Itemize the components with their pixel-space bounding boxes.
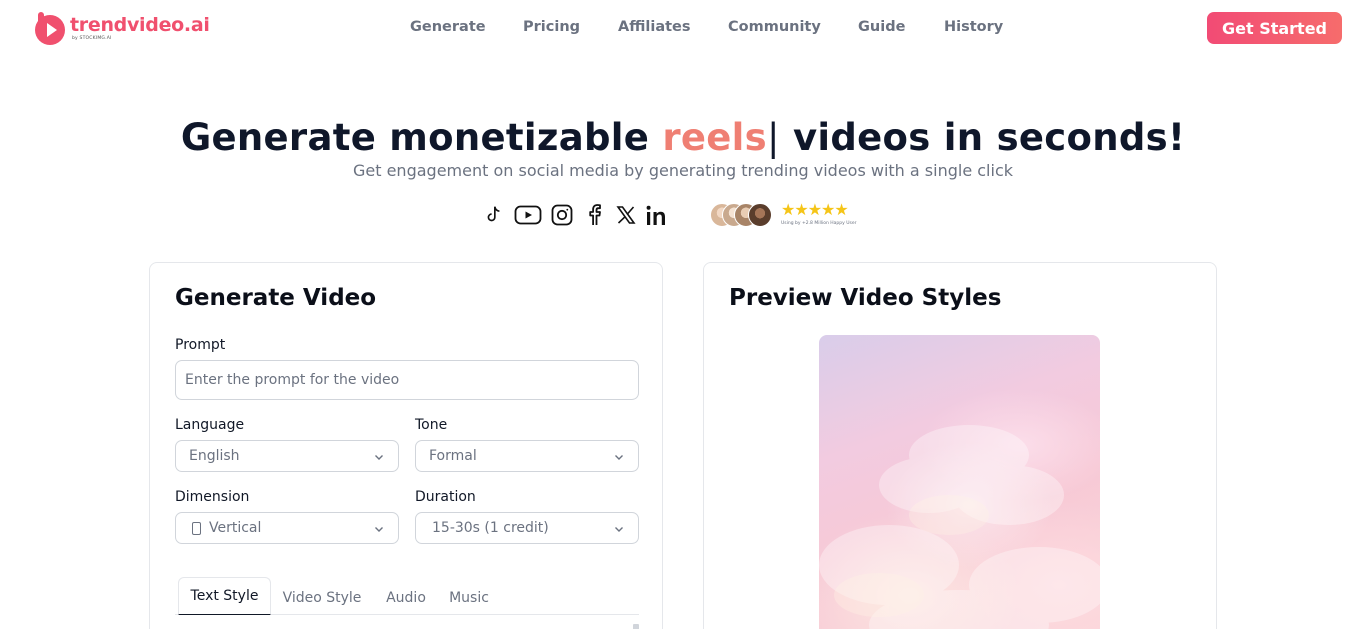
nav-pricing[interactable]: Pricing <box>523 19 580 35</box>
generate-video-title: Generate Video <box>175 285 377 311</box>
main-nav: Generate Pricing Affiliates Community Gu… <box>0 19 1366 37</box>
hero-title: Generate monetizable reels| videos in se… <box>0 116 1366 159</box>
brand-byline: by STOCKIMG.AI <box>72 36 112 42</box>
tab-audio[interactable]: Audio <box>378 581 434 615</box>
user-count-text: Using by +2.8 Million Happy User <box>781 221 857 226</box>
avatar <box>748 203 772 227</box>
get-started-button[interactable]: Get Started <box>1207 12 1342 44</box>
language-select[interactable]: English <box>175 440 399 472</box>
hero-title-accent: reels <box>662 116 767 159</box>
style-tabs: Text Style Video Style Audio Music <box>175 577 639 615</box>
clouds-image <box>819 425 1100 629</box>
nav-generate[interactable]: Generate <box>410 19 486 35</box>
nav-history[interactable]: History <box>944 19 1003 35</box>
instagram-icon[interactable] <box>549 202 575 228</box>
chevron-down-icon <box>375 455 383 460</box>
language-value: English <box>189 448 240 464</box>
nav-guide[interactable]: Guide <box>858 19 905 35</box>
tab-video-style[interactable]: Video Style <box>277 581 367 615</box>
duration-value: 15-30s (1 credit) <box>432 520 549 536</box>
typing-cursor: | <box>767 116 780 159</box>
duration-select[interactable]: 15-30s (1 credit) <box>415 512 639 544</box>
tab-music[interactable]: Music <box>443 581 495 615</box>
hero-subtitle: Get engagement on social media by genera… <box>352 161 1013 180</box>
facebook-icon[interactable] <box>581 202 607 228</box>
hero-title-after: videos in seconds! <box>779 116 1186 159</box>
rating-stars: ★★★★★ <box>781 200 849 219</box>
chevron-down-icon <box>375 527 383 532</box>
prompt-input[interactable] <box>175 360 639 400</box>
dimension-value: Vertical <box>209 520 262 536</box>
chevron-down-icon <box>615 527 623 532</box>
tone-label: Tone <box>415 417 448 433</box>
nav-affiliates[interactable]: Affiliates <box>618 19 691 35</box>
prompt-label: Prompt <box>175 337 226 353</box>
tone-value: Formal <box>429 448 477 464</box>
phone-icon <box>192 521 201 535</box>
duration-label: Duration <box>415 489 476 505</box>
linkedin-icon[interactable] <box>644 202 670 228</box>
preview-title: Preview Video Styles <box>729 285 1002 311</box>
social-proof: ★★★★★ Using by +2.8 Million Happy User <box>710 200 870 230</box>
video-preview[interactable] <box>819 335 1100 629</box>
top-header: trendvideo.ai by STOCKIMG.AI Generate Pr… <box>0 0 1366 56</box>
chevron-down-icon <box>615 455 623 460</box>
x-icon[interactable] <box>613 202 639 228</box>
nav-community[interactable]: Community <box>728 19 821 35</box>
scrollbar-thumb[interactable] <box>633 624 639 629</box>
preview-styles-card: Preview Video Styles <box>703 262 1217 629</box>
youtube-icon[interactable] <box>514 202 542 228</box>
dimension-select[interactable]: Vertical <box>175 512 399 544</box>
tone-select[interactable]: Formal <box>415 440 639 472</box>
language-label: Language <box>175 417 245 433</box>
tiktok-icon[interactable] <box>480 202 506 228</box>
user-avatars <box>710 203 778 227</box>
dimension-label: Dimension <box>175 489 250 505</box>
hero-title-before: Generate monetizable <box>180 116 663 159</box>
tab-text-style[interactable]: Text Style <box>178 577 271 615</box>
generate-video-card: Generate Video Prompt Language English T… <box>149 262 663 629</box>
